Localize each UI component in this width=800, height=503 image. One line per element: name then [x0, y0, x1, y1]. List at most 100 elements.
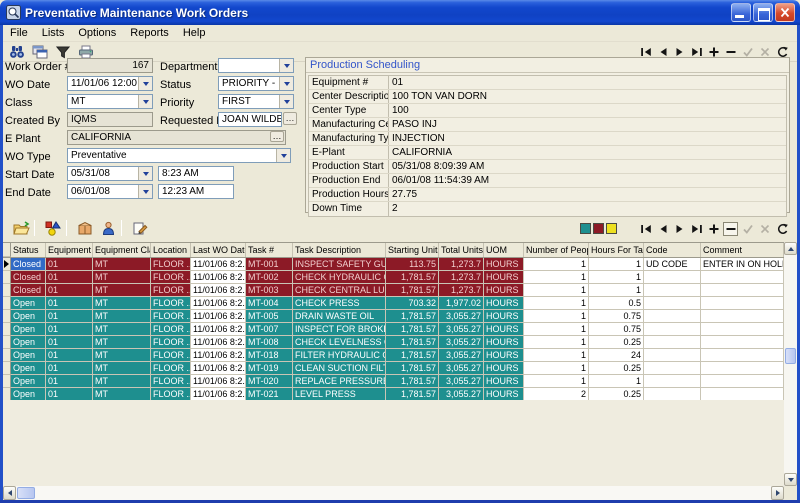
cell-status[interactable]: Open — [11, 362, 46, 375]
column-header-hours[interactable]: Hours For Task — [589, 243, 644, 257]
cell-description[interactable]: REPLACE PRESSURE... — [293, 375, 386, 388]
column-header-status[interactable]: Status — [11, 243, 46, 257]
cell-status[interactable]: Open — [11, 375, 46, 388]
cell-people[interactable]: 1 — [524, 271, 589, 284]
close-button[interactable] — [775, 3, 795, 22]
maximize-button[interactable] — [753, 3, 773, 22]
cell-total_units[interactable]: 1,273.7 — [439, 271, 484, 284]
cell-equipment_class[interactable]: MT — [93, 336, 151, 349]
cell-task[interactable]: MT-007 — [246, 323, 293, 336]
cell-last_wo_date[interactable]: 11/01/06 8:2... — [191, 271, 246, 284]
cell-starting_units[interactable]: 1,781.57 — [386, 375, 439, 388]
cell-people[interactable]: 1 — [524, 375, 589, 388]
cell-location[interactable]: FLOOR ... — [151, 375, 191, 388]
cell-hours[interactable]: 24 — [589, 349, 644, 362]
cell-description[interactable]: FILTER HYDRAULIC O... — [293, 349, 386, 362]
row-indicator-cell[interactable] — [3, 258, 11, 271]
cell-total_units[interactable]: 1,273.7 — [439, 284, 484, 297]
cell-equipment[interactable]: 01 — [46, 258, 93, 271]
cell-comment[interactable] — [701, 297, 784, 310]
nav-first-button[interactable] — [638, 222, 653, 236]
cell-equipment_class[interactable]: MT — [93, 271, 151, 284]
nav-next-button[interactable] — [672, 222, 687, 236]
row-indicator-cell[interactable] — [3, 323, 11, 336]
cell-location[interactable]: FLOOR ... — [151, 349, 191, 362]
cell-total_units[interactable]: 3,055.27 — [439, 336, 484, 349]
cell-equipment[interactable]: 01 — [46, 271, 93, 284]
cell-code[interactable] — [644, 349, 701, 362]
cell-task[interactable]: MT-019 — [246, 362, 293, 375]
cell-hours[interactable]: 1 — [589, 284, 644, 297]
cell-equipment_class[interactable]: MT — [93, 375, 151, 388]
cell-description[interactable]: CHECK LEVELNESS O... — [293, 336, 386, 349]
cell-description[interactable]: INSPECT SAFETY GU... — [293, 258, 386, 271]
start-time-field[interactable]: 8:23 AM — [158, 166, 234, 181]
notes-button[interactable] — [131, 220, 149, 236]
cell-hours[interactable]: 1 — [589, 258, 644, 271]
nav-refresh-button[interactable] — [774, 222, 789, 236]
cell-equipment_class[interactable]: MT — [93, 323, 151, 336]
class-combo[interactable]: MT — [67, 94, 153, 109]
cell-people[interactable]: 1 — [524, 310, 589, 323]
row-indicator-cell[interactable] — [3, 349, 11, 362]
cell-comment[interactable] — [701, 336, 784, 349]
cell-hours[interactable]: 0.5 — [589, 297, 644, 310]
cell-status[interactable]: Open — [11, 323, 46, 336]
cell-uom[interactable]: HOURS — [484, 297, 524, 310]
wo-date-combo[interactable]: 11/01/06 12:00:00 A — [67, 76, 153, 91]
scroll-right-button[interactable] — [771, 486, 784, 500]
cell-starting_units[interactable]: 1,781.57 — [386, 362, 439, 375]
column-header-people[interactable]: Number of People — [524, 243, 589, 257]
cell-starting_units[interactable]: 113.75 — [386, 258, 439, 271]
cell-code[interactable] — [644, 323, 701, 336]
cell-task[interactable]: MT-002 — [246, 271, 293, 284]
cell-total_units[interactable]: 3,055.27 — [439, 362, 484, 375]
wo-type-dropdown-button[interactable] — [276, 149, 290, 162]
cell-hours[interactable]: 1 — [589, 375, 644, 388]
cell-equipment_class[interactable]: MT — [93, 362, 151, 375]
inventory-button[interactable] — [76, 220, 94, 236]
start-date-combo[interactable]: 05/31/08 — [67, 166, 153, 181]
menu-help[interactable]: Help — [176, 25, 213, 42]
cell-total_units[interactable]: 3,055.27 — [439, 349, 484, 362]
cell-last_wo_date[interactable]: 11/01/06 8:2... — [191, 349, 246, 362]
cell-last_wo_date[interactable]: 11/01/06 8:2... — [191, 375, 246, 388]
cell-total_units[interactable]: 1,273.7 — [439, 258, 484, 271]
cell-total_units[interactable]: 1,977.02 — [439, 297, 484, 310]
cell-equipment[interactable]: 01 — [46, 310, 93, 323]
cell-description[interactable]: CLEAN SUCTION FILT... — [293, 362, 386, 375]
scroll-down-button[interactable] — [784, 473, 797, 486]
cell-starting_units[interactable]: 1,781.57 — [386, 336, 439, 349]
cell-description[interactable]: CHECK HYDRAULIC O... — [293, 271, 386, 284]
minimize-button[interactable] — [731, 3, 751, 22]
cell-hours[interactable]: 1 — [589, 271, 644, 284]
cell-location[interactable]: FLOOR ... — [151, 284, 191, 297]
column-header-equipment_class[interactable]: Equipment Class — [93, 243, 151, 257]
cell-last_wo_date[interactable]: 11/01/06 8:2... — [191, 336, 246, 349]
cell-people[interactable]: 1 — [524, 349, 589, 362]
end-date-dropdown-button[interactable] — [138, 185, 152, 198]
cell-equipment[interactable]: 01 — [46, 349, 93, 362]
cell-uom[interactable]: HOURS — [484, 375, 524, 388]
cell-last_wo_date[interactable]: 11/01/06 8:2... — [191, 362, 246, 375]
requested-by-field[interactable]: JOAN WILDER — [218, 112, 282, 127]
cell-total_units[interactable]: 3,055.27 — [439, 310, 484, 323]
cell-people[interactable]: 1 — [524, 284, 589, 297]
menu-options[interactable]: Options — [71, 25, 123, 42]
cell-code[interactable] — [644, 271, 701, 284]
bom-button[interactable] — [44, 220, 62, 236]
cell-uom[interactable]: HOURS — [484, 284, 524, 297]
cell-starting_units[interactable]: 1,781.57 — [386, 310, 439, 323]
cell-equipment_class[interactable]: MT — [93, 349, 151, 362]
wo-date-dropdown-button[interactable] — [138, 77, 152, 90]
scroll-left-button[interactable] — [3, 486, 16, 500]
cell-task[interactable]: MT-004 — [246, 297, 293, 310]
nav-delete-button[interactable] — [723, 222, 738, 236]
row-indicator-cell[interactable] — [3, 336, 11, 349]
cell-status[interactable]: Closed — [11, 271, 46, 284]
status-combo[interactable]: PRIORITY - DO — [218, 76, 294, 91]
priority-dropdown-button[interactable] — [279, 95, 293, 108]
cell-location[interactable]: FLOOR ... — [151, 336, 191, 349]
menu-file[interactable]: File — [3, 25, 35, 42]
cell-hours[interactable]: 0.25 — [589, 362, 644, 375]
